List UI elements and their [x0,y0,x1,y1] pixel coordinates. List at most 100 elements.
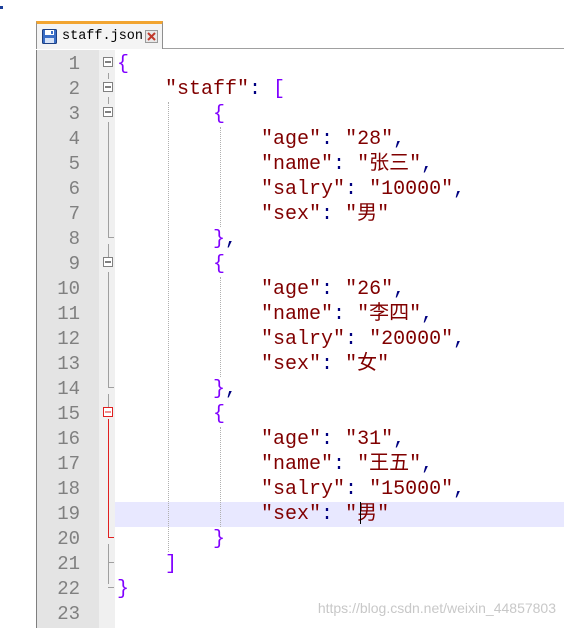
code-line[interactable]: 9 { [37,252,564,277]
code-line[interactable]: 18 "salry": "15000", [37,477,564,502]
code-line[interactable]: 2 "staff": [ [37,77,564,102]
token-brace: { [117,53,130,76]
fold-end-marker [108,587,114,588]
token-brace: { [213,103,226,126]
token-punct: , [393,128,406,151]
code-text: ] [117,552,177,577]
code-text: "name": "王五", [117,452,433,477]
text-caret [360,502,361,524]
fold-collapse-icon[interactable] [103,407,113,417]
fold-collapse-icon[interactable] [103,57,113,67]
code-line[interactable]: 1{ [37,52,564,77]
fold-end-marker [108,237,114,238]
token-brace: { [213,253,226,276]
token-punct: : [321,128,346,151]
code-text: "sex": "男" [117,502,389,527]
token-str: "28" [345,128,394,151]
token-brace: { [213,403,226,426]
line-number: 22 [57,578,80,600]
fold-line [108,272,109,387]
token-key: "staff" [165,78,250,101]
tab-staff-json[interactable]: staff.json [36,21,163,49]
code-text: } [117,527,225,552]
code-text: { [117,252,225,277]
token-punct: : [321,503,346,526]
token-punct: , [453,478,466,501]
line-number: 8 [68,228,80,250]
code-text: "age": "26", [117,277,405,302]
fold-collapse-icon[interactable] [103,82,113,92]
fold-line-active [108,419,109,537]
code-line[interactable]: 19 "sex": "男" [37,502,564,527]
code-line[interactable]: 10 "age": "26", [37,277,564,302]
token-key: "sex" [261,503,322,526]
code-line[interactable]: 6 "salry": "10000", [37,177,564,202]
token-punct: : [321,278,346,301]
code-line[interactable]: 22} [37,577,564,602]
watermark: https://blog.csdn.net/weixin_44857803 [317,600,556,616]
token-key: "sex" [261,203,322,226]
code-line[interactable]: 14 }, [37,377,564,402]
token-punct: , [225,228,238,251]
code-line[interactable]: 21 ] [37,552,564,577]
line-number: 17 [57,453,80,475]
token-punct: , [421,453,434,476]
line-number: 5 [68,153,80,175]
code-line[interactable]: 16 "age": "31", [37,427,564,452]
token-punct: : [345,478,370,501]
code-line[interactable]: 13 "sex": "女" [37,352,564,377]
code-line[interactable]: 4 "age": "28", [37,127,564,152]
token-punct: , [393,428,406,451]
token-str: "15000" [369,478,454,501]
fold-line [108,122,109,237]
token-str: "张三" [357,153,422,176]
fold-end-marker [108,387,114,388]
token-key: "name" [261,453,334,476]
token-str: "男" [345,503,390,526]
line-number: 2 [68,78,80,100]
code-text: "staff": [ [117,77,285,102]
token-punct: , [393,278,406,301]
fold-collapse-icon[interactable] [103,107,113,117]
token-brace: } [213,528,226,551]
token-punct: , [453,328,466,351]
close-icon[interactable] [145,30,159,43]
code-text: "salry": "20000", [117,327,465,352]
code-line[interactable]: 20 } [37,527,564,552]
code-line[interactable]: 17 "name": "王五", [37,452,564,477]
code-text: "name": "张三", [117,152,433,177]
code-text: } [117,577,129,602]
token-punct: : [321,203,346,226]
fold-collapse-icon[interactable] [103,257,113,267]
code-line[interactable]: 11 "name": "李四", [37,302,564,327]
code-text: "age": "31", [117,427,405,452]
fold-line [108,73,109,79]
token-punct: : [321,353,346,376]
code-text: }, [117,227,237,252]
token-str: "31" [345,428,394,451]
code-line[interactable]: 7 "sex": "男" [37,202,564,227]
code-line[interactable]: 3 { [37,102,564,127]
token-punct: : [345,328,370,351]
indent-guide [220,277,221,377]
code-line[interactable]: 8 }, [37,227,564,252]
line-number: 19 [57,503,80,525]
code-line[interactable]: 12 "salry": "20000", [37,327,564,352]
code-text: }, [117,377,237,402]
line-number: 4 [68,128,80,150]
code-line[interactable]: 5 "name": "张三", [37,152,564,177]
code-text: { [117,102,225,127]
code-line[interactable]: 15 { [37,402,564,427]
line-number: 20 [57,528,80,550]
corner-dot [0,6,3,9]
